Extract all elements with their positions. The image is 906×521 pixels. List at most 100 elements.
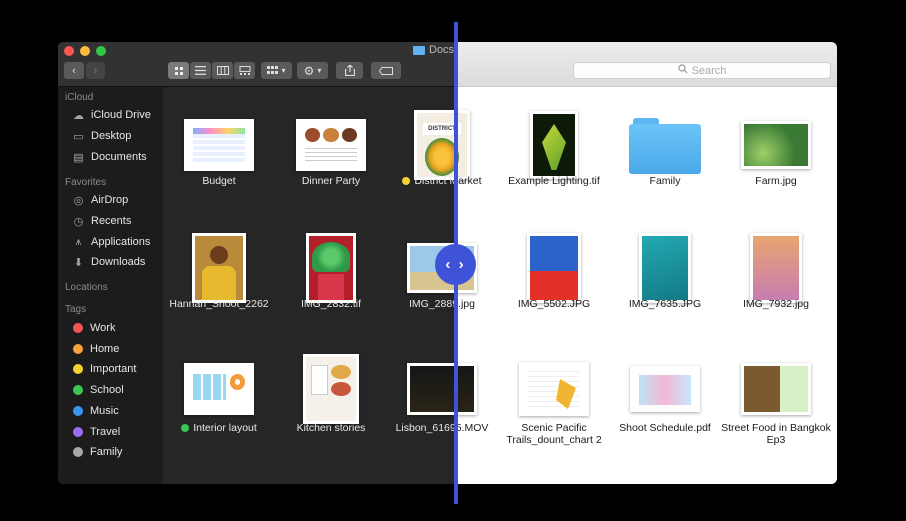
file-name: Interior layout xyxy=(163,422,275,434)
view-icon-button[interactable] xyxy=(168,62,189,79)
sidebar-tag-school[interactable]: School xyxy=(72,381,124,399)
toolbar-dark: Docs ‹ › ▾ ⚙ ▾ xyxy=(58,42,455,87)
share-icon xyxy=(344,65,355,76)
tag-color-dot xyxy=(73,385,83,396)
sidebar-section-locations: Locations xyxy=(65,282,108,293)
sidebar-section-icloud: iCloud xyxy=(65,92,94,103)
documents-icon: ▤ xyxy=(73,151,84,164)
file-name: Hannah_Shoot_2262 xyxy=(169,298,269,310)
close-button[interactable] xyxy=(64,46,74,56)
sidebar-tag-important[interactable]: Important xyxy=(72,360,136,378)
file-name: Scenic Pacific Trails_dount_chart 2 xyxy=(506,422,602,446)
view-list-button[interactable] xyxy=(190,62,211,79)
sidebar-tag-work[interactable]: Work xyxy=(72,319,115,337)
tag-color-dot xyxy=(73,364,83,375)
file-name: Street Food in Bangkok Ep3 xyxy=(721,422,831,446)
file-name: IMG_5502.JPG xyxy=(517,298,591,310)
comparison-handle[interactable]: ‹ › xyxy=(435,244,476,285)
download-icon: ⬇ xyxy=(73,256,84,269)
sidebar-item-icloud-drive[interactable]: ☁ iCloud Drive xyxy=(72,106,151,124)
file-name: Shoot Schedule.pdf xyxy=(619,422,711,434)
sidebar-item-applications[interactable]: ⩚ Applications xyxy=(72,233,150,251)
file-thumbnail xyxy=(630,366,700,412)
file-thumbnail xyxy=(407,363,455,415)
tag-color-dot xyxy=(73,447,83,458)
sidebar-item-desktop[interactable]: ▭ Desktop xyxy=(72,127,131,145)
gallery-view-icon xyxy=(239,66,250,75)
file-thumbnail xyxy=(192,233,246,303)
file-thumbnail: DISTRICT xyxy=(414,110,455,180)
file-name: Kitchen stories xyxy=(296,422,366,434)
folder-icon xyxy=(629,116,701,174)
file-thumbnail xyxy=(741,121,811,169)
sidebar-item-downloads[interactable]: ⬇ Downloads xyxy=(72,253,146,271)
cloud-icon: ☁ xyxy=(73,109,84,122)
tag-dot xyxy=(181,424,190,432)
dark-mode-pane: Docs ‹ › ▾ ⚙ ▾ iCloud ☁ iCloud Drive ▭ D… xyxy=(58,42,455,484)
chevron-down-icon: ▾ xyxy=(317,66,322,75)
sidebar-item-documents[interactable]: ▤ Documents xyxy=(72,148,146,166)
chevron-right-icon: › xyxy=(93,64,98,77)
forward-button[interactable]: › xyxy=(86,62,105,79)
folder-icon xyxy=(413,45,425,55)
file-thumbnail xyxy=(741,363,811,415)
action-button[interactable]: ⚙ ▾ xyxy=(297,62,328,79)
file-name: IMG_2832.tif xyxy=(300,298,362,310)
sidebar-section-favorites: Favorites xyxy=(65,177,107,188)
list-view-icon xyxy=(195,66,206,75)
file-name: Farm.jpg xyxy=(755,175,797,187)
desktop-icon: ▭ xyxy=(73,130,84,143)
gear-icon: ⚙ xyxy=(303,63,315,78)
file-name: Family xyxy=(649,175,681,187)
tag-dot xyxy=(402,177,411,185)
file-name: District Market xyxy=(386,175,455,187)
sidebar-item-airdrop[interactable]: ◎ AirDrop xyxy=(72,191,129,209)
tag-button[interactable] xyxy=(371,62,401,79)
file-name: Dinner Party xyxy=(301,175,361,187)
file-thumbnail xyxy=(184,363,254,415)
file-thumbnail xyxy=(303,354,359,424)
sidebar-tag-travel[interactable]: Travel xyxy=(72,423,120,441)
minimize-button[interactable] xyxy=(80,46,90,56)
file-thumbnail xyxy=(519,362,589,416)
chevron-down-icon: ▾ xyxy=(281,66,286,75)
sidebar-tag-music[interactable]: Music xyxy=(72,402,119,420)
search-input[interactable]: Search xyxy=(573,62,831,79)
sidebar-section-tags: Tags xyxy=(65,304,87,315)
tag-color-dot xyxy=(73,426,83,437)
file-name: Lisbon_61695.MOV xyxy=(395,422,455,434)
back-button[interactable]: ‹ xyxy=(64,62,84,79)
group-icon xyxy=(267,66,279,74)
sidebar-item-recents[interactable]: ◷ Recents xyxy=(72,212,132,230)
group-by-button[interactable]: ▾ xyxy=(261,62,292,79)
search-icon xyxy=(677,64,688,77)
file-thumbnail xyxy=(530,111,578,179)
column-view-icon xyxy=(216,66,229,75)
tag-color-dot xyxy=(73,405,83,416)
view-gallery-button[interactable] xyxy=(234,62,255,79)
sidebar-tag-family[interactable]: Family xyxy=(72,443,122,461)
file-thumbnail xyxy=(184,119,254,171)
share-button[interactable] xyxy=(336,62,363,79)
view-column-button[interactable] xyxy=(212,62,233,79)
chevron-left-icon: ‹ xyxy=(72,64,76,77)
file-name: IMG_7932.jpg xyxy=(743,298,809,310)
sidebar-tag-home[interactable]: Home xyxy=(72,340,119,358)
icon-view-icon xyxy=(174,66,183,75)
file-name: IMG_7635.JPG xyxy=(628,298,702,310)
airdrop-icon: ◎ xyxy=(73,194,84,207)
file-name: Example Lighting.tif xyxy=(508,175,600,187)
clock-icon: ◷ xyxy=(73,215,84,228)
file-name: IMG_2889.jpg xyxy=(409,298,455,310)
file-thumbnail xyxy=(639,233,691,303)
window-title-dark: Docs xyxy=(413,44,454,56)
zoom-button[interactable] xyxy=(96,46,106,56)
file-thumbnail xyxy=(750,233,802,303)
file-name: Budget xyxy=(202,175,236,187)
applications-icon: ⩚ xyxy=(75,235,82,248)
chevron-left-right-icon: ‹ › xyxy=(445,256,466,273)
file-grid-dark: Budget Dinner Party DISTRICTDistrict Marke… xyxy=(163,87,455,484)
file-thumbnail xyxy=(296,119,366,171)
sidebar: iCloud ☁ iCloud Drive ▭ Desktop ▤ Docume… xyxy=(58,87,163,484)
file-thumbnail xyxy=(527,233,581,303)
